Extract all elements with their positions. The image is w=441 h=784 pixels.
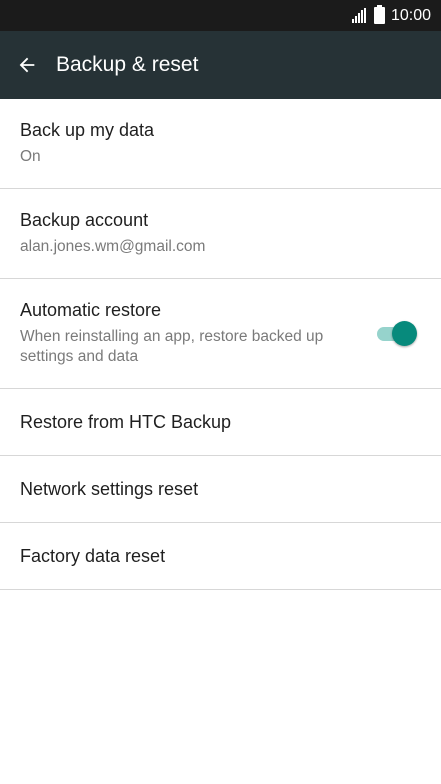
app-bar: Backup & reset	[0, 31, 441, 99]
page-title: Backup & reset	[56, 53, 199, 76]
backup-account-title: Backup account	[20, 210, 149, 230]
factory-data-reset-title: Factory data reset	[20, 545, 166, 566]
back-up-my-data-title: Back up my data	[20, 120, 155, 140]
status-bar: 10:00	[0, 0, 441, 31]
backup-account-email: alan.jones.wm@gmail.com	[20, 238, 206, 255]
automatic-restore-description: When reinstalling an app, restore backed…	[20, 328, 324, 365]
automatic-restore-title: Automatic restore	[20, 300, 162, 320]
factory-data-reset-item[interactable]: Factory data reset	[0, 523, 441, 590]
restore-htc-backup-title: Restore from HTC Backup	[20, 411, 232, 432]
automatic-restore-item[interactable]: Automatic restore When reinstalling an a…	[0, 279, 441, 389]
battery-icon	[373, 5, 385, 24]
arrow-left-icon[interactable]	[14, 52, 40, 78]
network-settings-reset-title: Network settings reset	[20, 478, 199, 499]
backup-account-item[interactable]: Backup account alan.jones.wm@gmail.com	[0, 189, 441, 279]
settings-list: Back up my data On Backup account alan.j…	[0, 99, 441, 590]
signal-icon	[351, 8, 366, 23]
automatic-restore-toggle[interactable]	[377, 320, 417, 347]
clock: 10:00	[390, 6, 431, 24]
back-up-my-data-item[interactable]: Back up my data On	[0, 99, 441, 189]
toggle-thumb	[392, 320, 417, 346]
back-up-my-data-status: On	[20, 148, 41, 165]
network-settings-reset-item[interactable]: Network settings reset	[0, 456, 441, 523]
restore-htc-backup-item[interactable]: Restore from HTC Backup	[0, 389, 441, 456]
